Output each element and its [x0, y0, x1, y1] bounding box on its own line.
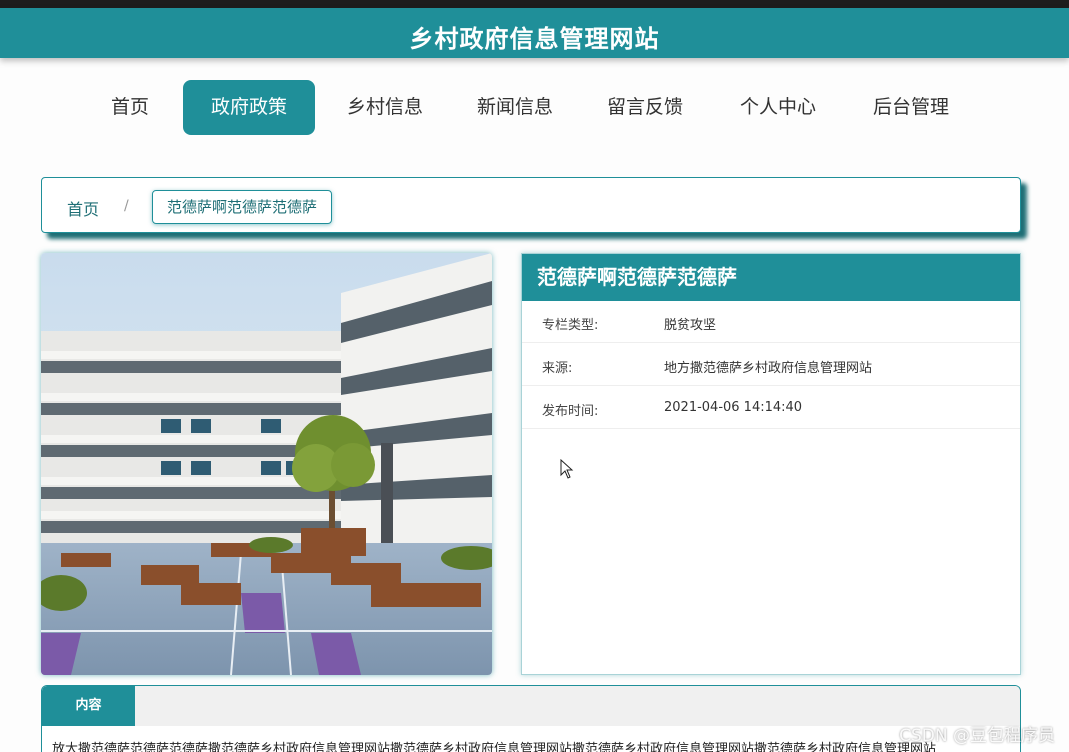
tab-content[interactable]: 内容	[42, 686, 135, 726]
site-title: 乡村政府信息管理网站	[409, 25, 660, 53]
nav-item-admin[interactable]: 后台管理	[860, 80, 962, 135]
top-strip	[0, 0, 1069, 8]
info-row-category: 专栏类型: 脱贫攻坚	[522, 301, 1020, 343]
breadcrumb: 首页 / 范德萨啊范德萨范德萨	[41, 177, 1021, 233]
nav-item-government-policy[interactable]: 政府政策	[183, 80, 315, 135]
breadcrumb-current: 范德萨啊范德萨范德萨	[152, 190, 333, 224]
breadcrumb-home-link[interactable]: 首页	[67, 196, 99, 220]
info-label: 专栏类型:	[542, 318, 599, 333]
watermark: CSDN @豆包程序员	[899, 726, 1055, 746]
breadcrumb-separator: /	[124, 198, 129, 214]
site-header: 乡村政府信息管理网站	[0, 8, 1069, 58]
info-label: 发布时间:	[542, 404, 599, 419]
mouse-cursor-icon	[560, 459, 574, 479]
nav-item-village-info[interactable]: 乡村信息	[334, 80, 436, 135]
nav-item-feedback[interactable]: 留言反馈	[594, 80, 696, 135]
nav-item-home[interactable]: 首页	[98, 80, 162, 135]
main-nav: 首页 政府政策 乡村信息 新闻信息 留言反馈 个人中心 后台管理	[0, 80, 1069, 135]
article-content-text: 放大撒范德萨范德萨范德萨撒范德萨乡村政府信息管理网站撒范德萨乡村政府信息管理网站…	[52, 742, 937, 752]
nav-item-personal-center[interactable]: 个人中心	[727, 80, 829, 135]
content-section: 内容 放大撒范德萨范德萨范德萨撒范德萨乡村政府信息管理网站撒范德萨乡村政府信息管…	[41, 685, 1021, 752]
article-title: 范德萨啊范德萨范德萨	[522, 254, 1020, 301]
info-row-source: 来源: 地方撒范德萨乡村政府信息管理网站	[522, 344, 1020, 386]
info-label: 来源:	[542, 361, 573, 376]
article-info-panel: 范德萨啊范德萨范德萨 专栏类型: 脱贫攻坚 来源: 地方撒范德萨乡村政府信息管理…	[521, 253, 1021, 675]
info-value: 地方撒范德萨乡村政府信息管理网站	[664, 361, 873, 376]
content-tab-bar: 内容	[42, 686, 1020, 726]
info-row-publish-time: 发布时间: 2021-04-06 14:14:40	[522, 387, 1020, 429]
nav-item-news-info[interactable]: 新闻信息	[464, 80, 566, 135]
info-value: 2021-04-06 14:14:40	[664, 400, 803, 415]
info-value: 脱贫攻坚	[664, 318, 717, 333]
article-photo	[41, 253, 492, 675]
